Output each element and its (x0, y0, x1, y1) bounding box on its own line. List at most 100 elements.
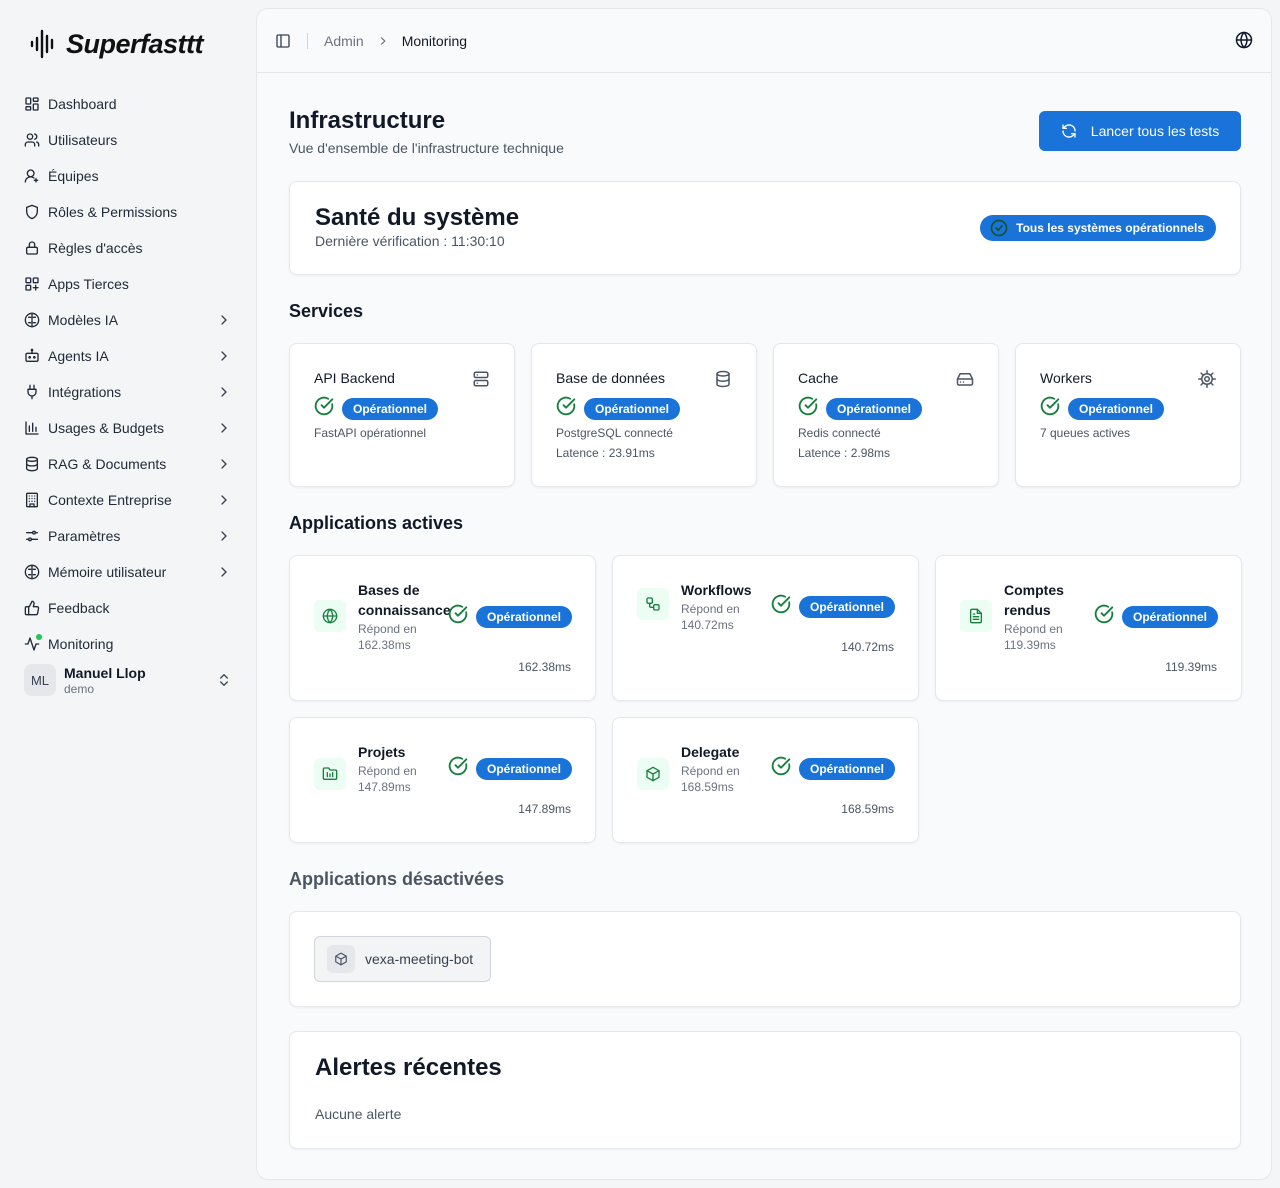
sidebar-item-contexte-entreprise[interactable]: Contexte Entreprise (16, 482, 240, 518)
sidebar-item-label: Équipes (48, 168, 99, 184)
settings-sliders-icon (24, 528, 40, 544)
server-icon (472, 370, 490, 388)
service-status: Opérationnel (1040, 396, 1165, 421)
sidebar-item-roles-permissions[interactable]: Rôles & Permissions (16, 194, 240, 230)
chevron-right-icon (216, 528, 232, 544)
sidebar-item-integrations[interactable]: Intégrations (16, 374, 240, 410)
sidebar-item-rag-documents[interactable]: RAG & Documents (16, 446, 240, 482)
service-status: Opérationnel (798, 396, 923, 421)
status-badge: Opérationnel (1121, 605, 1218, 628)
sidebar-item-memoire-utilisateur[interactable]: Mémoire utilisateur (16, 554, 240, 590)
sidebar-item-feedback[interactable]: Feedback (16, 590, 240, 626)
cog-icon (1198, 370, 1216, 388)
breadcrumb-admin[interactable]: Admin (324, 33, 364, 49)
app-card[interactable]: Delegate Répond en 168.59ms Opérationnel 16… (612, 717, 919, 843)
status-badge: Opérationnel (798, 595, 895, 618)
sidebar-item-label: Paramètres (48, 528, 121, 544)
sidebar-item-utilisateurs[interactable]: Utilisateurs (16, 122, 240, 158)
sidebar-item-label: Usages & Budgets (48, 420, 164, 436)
brand-logo[interactable]: Superfasttt (28, 24, 204, 64)
divider (307, 32, 308, 49)
sidebar-item-regles-d-acces[interactable]: Règles d'accès (16, 230, 240, 266)
service-detail: Latence : 2.98ms (798, 446, 891, 460)
check-circle-icon (556, 396, 576, 421)
sidebar-item-label: Modèles IA (48, 312, 119, 328)
chevron-right-icon (216, 420, 232, 436)
app-card[interactable]: Bases de connaissance Répond en 162.38ms O… (289, 555, 596, 701)
sidebar-item-modeles-ia[interactable]: Modèles IA (16, 302, 240, 338)
avatar: ML (24, 664, 56, 696)
status-badge: Opérationnel (798, 757, 895, 780)
health-title: Santé du système (315, 204, 520, 231)
sidebar-item-monitoring[interactable]: Monitoring (16, 626, 240, 652)
user-role: demo (64, 681, 95, 696)
page-subtitle: Vue d'ensemble de l'infrastructure techn… (289, 140, 564, 156)
status-badge: Opérationnel (584, 397, 681, 420)
services-title: Services (289, 301, 364, 321)
run-all-tests-button[interactable]: Lancer tous les tests (1039, 111, 1241, 151)
teams-icon (24, 168, 40, 184)
sidebar-item-parametres[interactable]: Paramètres (16, 518, 240, 554)
service-detail: Latence : 23.91ms (556, 446, 655, 460)
app-card[interactable]: Workflows Répond en 140.72ms Opérationnel 1… (612, 555, 919, 701)
app-name: Delegate (681, 744, 740, 760)
apps-icon (24, 276, 40, 292)
chevrons-up-down-icon (220, 674, 228, 686)
service-detail: PostgreSQL connecté (556, 426, 673, 440)
app-name: Workflows (681, 582, 752, 598)
sidebar-item-dashboard[interactable]: Dashboard (16, 86, 240, 122)
workflow-icon (637, 588, 669, 620)
check-circle-icon (314, 396, 334, 421)
app-response-time: Répond en 147.89ms (358, 764, 417, 794)
user-name: Manuel Llop (64, 664, 146, 681)
disabled-apps-title: Applications désactivées (289, 869, 505, 889)
app-response-time: Répond en 162.38ms (358, 622, 417, 652)
service-name: Cache (798, 370, 839, 386)
app-card[interactable]: Projets Répond en 147.89ms Opérationnel 147… (289, 717, 596, 843)
chevron-right-icon (216, 456, 232, 472)
globe-icon[interactable] (1235, 30, 1255, 51)
folder-icon (314, 758, 346, 790)
sidebar-item-apps-tierces[interactable]: Apps Tierces (16, 266, 240, 302)
status-badge: Opérationnel (475, 605, 572, 628)
chevron-right-icon (216, 312, 232, 328)
sidebar-toggle-icon[interactable] (273, 31, 293, 51)
sidebar-item-usages-budgets[interactable]: Usages & Budgets (16, 410, 240, 446)
sidebar-item-equipes[interactable]: Équipes (16, 158, 240, 194)
service-name: Base de données (556, 370, 665, 386)
refresh-icon (1062, 124, 1076, 138)
bar-chart-icon (24, 420, 40, 436)
page-title: Infrastructure (289, 107, 446, 134)
app-status: Opérationnel (1094, 604, 1218, 629)
chevron-right-icon (376, 34, 390, 48)
active-apps-title: Applications actives (289, 513, 464, 533)
app-latency: 147.89ms (518, 802, 571, 816)
service-card: API Backend Opérationnel FastAPI opération… (289, 343, 515, 487)
sidebar: Superfasttt Dashboard Utilisateurs Équipes… (0, 0, 256, 1188)
app-latency: 140.72ms (841, 640, 894, 654)
service-card: Cache Opérationnel Redis connecté Latence :… (773, 343, 999, 487)
lock-icon (24, 240, 40, 256)
sidebar-item-agents-ia[interactable]: Agents IA (16, 338, 240, 374)
package-icon (637, 758, 669, 790)
database-icon (24, 456, 40, 472)
app-card[interactable]: Comptes rendus Répond en 119.39ms Opératio… (935, 555, 1242, 701)
alerts-title: Alertes récentes (315, 1054, 502, 1081)
status-badge: Opérationnel (342, 397, 439, 420)
sidebar-item-label: Feedback (48, 600, 110, 616)
brain-icon (24, 312, 40, 328)
service-status: Opérationnel (556, 396, 681, 421)
app-status: Opérationnel (448, 604, 572, 629)
app-name: Projets (358, 744, 406, 760)
disabled-app-chip[interactable]: vexa-meeting-bot (314, 936, 491, 982)
check-circle-icon (1040, 396, 1060, 421)
user-menu[interactable]: ML Manuel Llop demo (16, 656, 240, 704)
shield-icon (24, 204, 40, 220)
main-panel: Admin Monitoring Infrastructure Vue d'en… (256, 8, 1272, 1180)
database-icon (714, 370, 732, 388)
breadcrumb-monitoring: Monitoring (401, 32, 468, 49)
app-status: Opérationnel (448, 756, 572, 781)
memory-brain-icon (24, 564, 40, 580)
system-health-card: Santé du système Dernière vérification :… (289, 181, 1241, 275)
app-response-time: Répond en 168.59ms (681, 764, 740, 794)
